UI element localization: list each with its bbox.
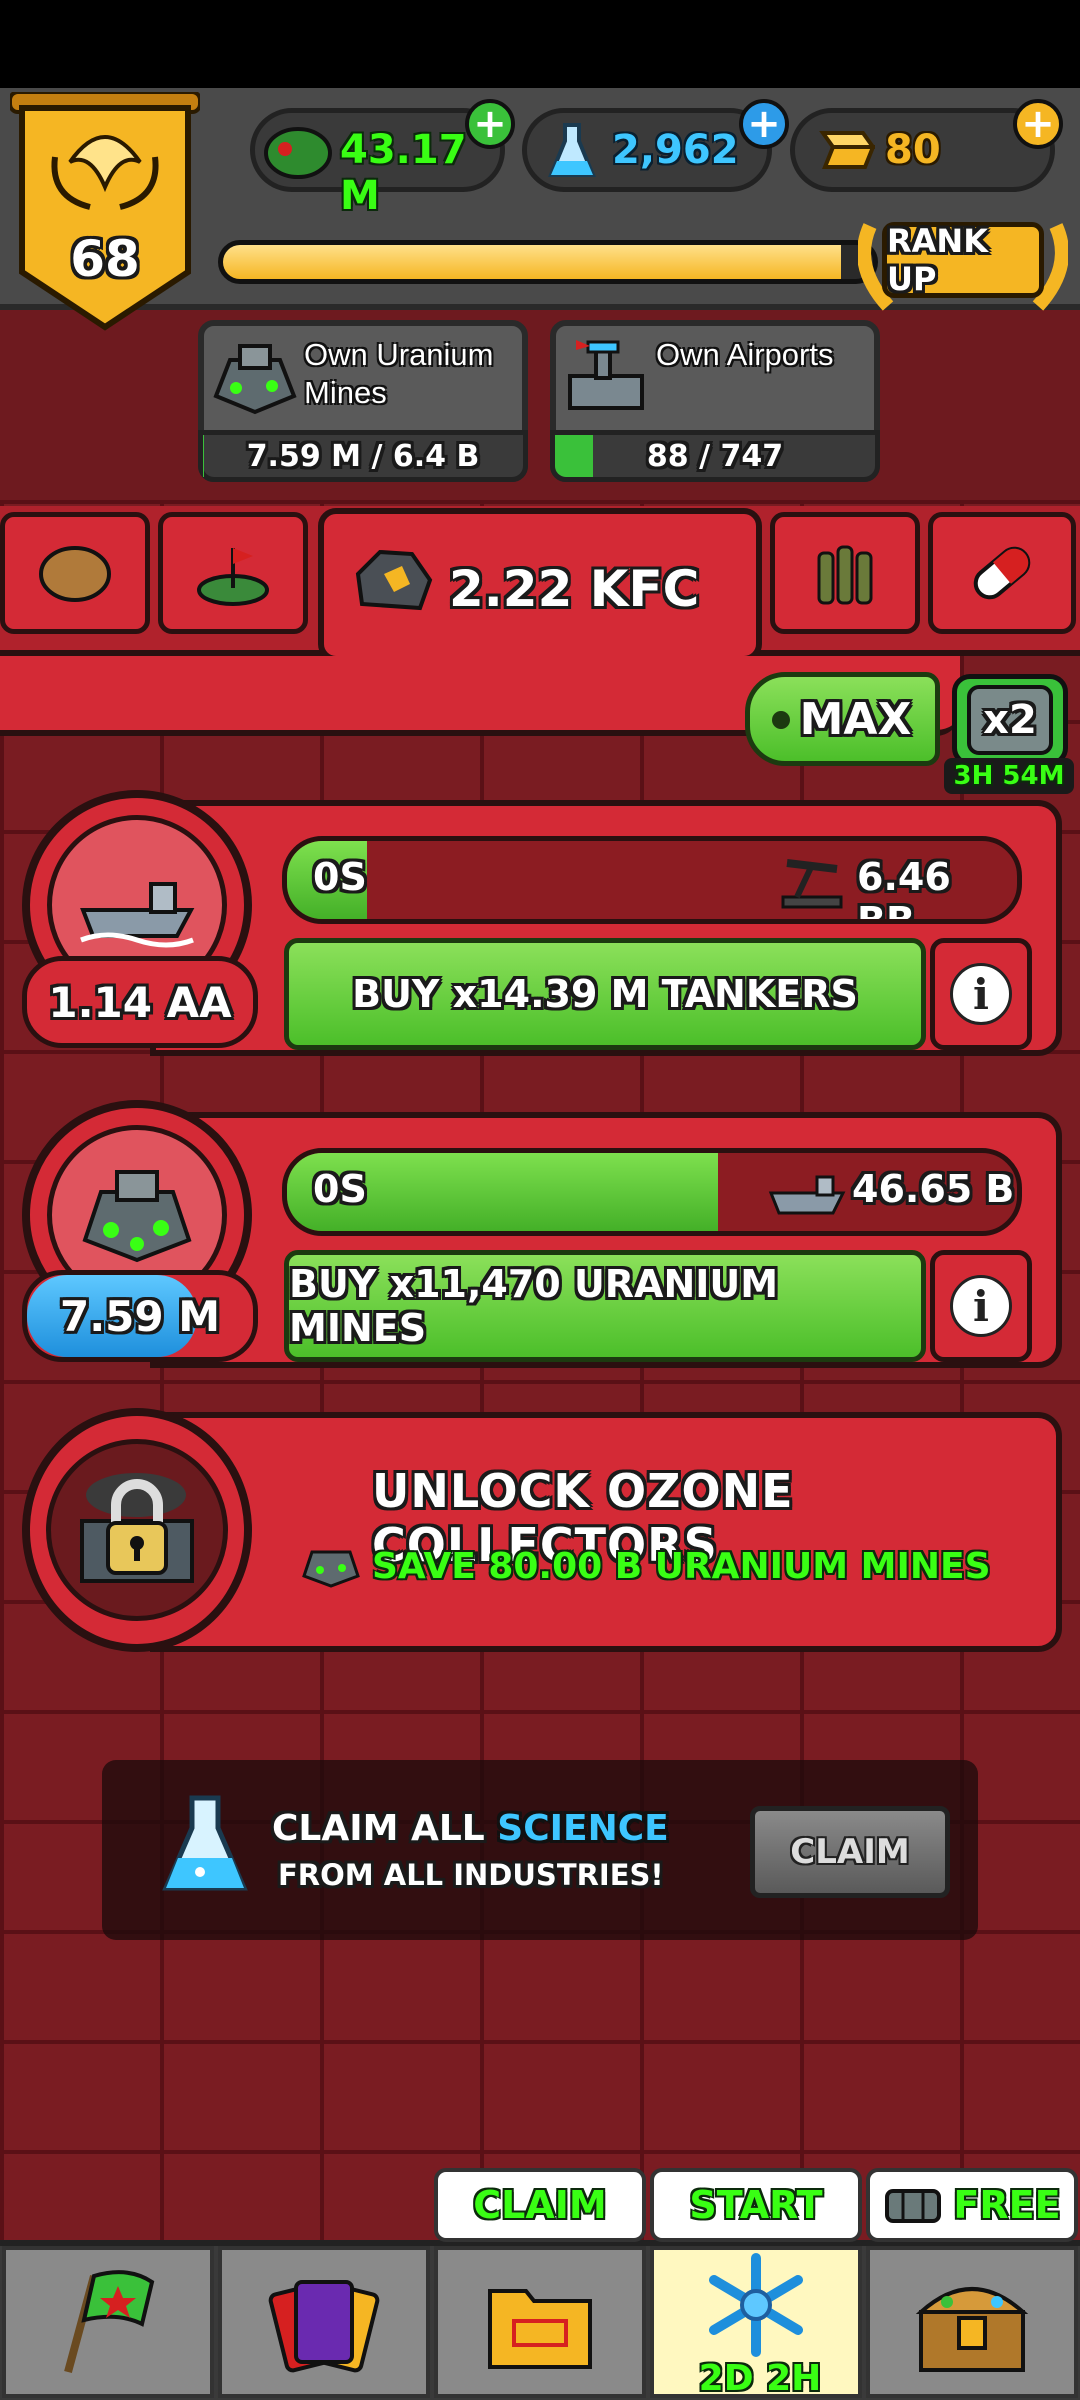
airport-icon: [568, 340, 644, 410]
nav-folder[interactable]: [434, 2246, 646, 2398]
gold-bar-icon: [819, 131, 875, 169]
goal-progress-airports: 88 / 747: [550, 430, 880, 482]
production-timer-uranium: 0S: [313, 1167, 367, 1211]
science-highlight: SCIENCE: [497, 1808, 669, 1849]
max-tag-hole: [772, 711, 790, 729]
boost-timer: 3H 54M: [944, 758, 1074, 794]
flag-island-icon: [197, 548, 269, 606]
science-claim-line2: FROM ALL INDUSTRIES!: [278, 1858, 664, 1892]
goal-progress-text-uranium: 7.59 M / 6.4 B: [246, 439, 480, 474]
currency-science[interactable]: 2,962 +: [522, 99, 789, 192]
add-science-icon[interactable]: +: [739, 99, 789, 149]
padlock-icon: [80, 1473, 194, 1583]
nav-cards[interactable]: [218, 2246, 430, 2398]
snowflake-icon: [709, 2253, 803, 2357]
owned-count-uranium: 7.59 M: [22, 1270, 258, 1362]
info-icon: i: [950, 1275, 1012, 1337]
owned-count-tankers: 1.14 AA: [22, 956, 258, 1048]
rank-level: 68: [70, 230, 140, 288]
freeze-timer: 2D 2H: [698, 2358, 822, 2399]
goal-title-uranium: Own Uranium Mines: [304, 337, 494, 410]
cash-cap-icon: [264, 127, 332, 179]
nav-chest-bubble[interactable]: FREE: [866, 2168, 1078, 2242]
uranium-mine-icon: [82, 1170, 192, 1263]
tab-bullets[interactable]: [770, 512, 920, 634]
tab-ore-active[interactable]: 2.22 KFC: [318, 508, 762, 662]
goal-progress-text-airports: 88 / 747: [646, 439, 784, 474]
flag-star-icon: [64, 2270, 155, 2374]
buy-button-uranium[interactable]: BUY x11,470 URANIUM MINES: [284, 1250, 926, 1362]
x2-boost-button[interactable]: x2: [952, 674, 1068, 766]
active-resource-value: 2.22 KFC: [449, 560, 700, 618]
rank-badge[interactable]: 68: [8, 90, 202, 332]
production-output-uranium: 46.65 B: [852, 1167, 1015, 1211]
uranium-mine-icon: [213, 344, 297, 415]
info-button-uranium[interactable]: i: [930, 1250, 1032, 1362]
info-button-tankers[interactable]: i: [930, 938, 1032, 1050]
tanker-ship-icon: [80, 882, 195, 948]
nav-chest[interactable]: [866, 2246, 1078, 2398]
uranium-mine-icon: [302, 1550, 360, 1588]
locked-icon-inner: [46, 1439, 228, 1621]
production-bar-tankers: 0S 6.46 BB: [282, 836, 1022, 924]
locked-industry-icon: [22, 1408, 252, 1652]
rank-progress-bar: [218, 240, 878, 284]
tab-island[interactable]: [158, 512, 308, 634]
x2-boost-inner: x2: [967, 685, 1053, 755]
ore-rock-icon: [355, 549, 433, 611]
buy-button-tankers[interactable]: BUY x14.39 M TANKERS: [284, 938, 926, 1050]
rank-banner-icon: [8, 90, 202, 331]
tanker-ship-icon: [768, 1175, 846, 1215]
x2-label: x2: [983, 697, 1037, 743]
rank-up-button[interactable]: RANK UP: [858, 206, 1068, 312]
currency-gold[interactable]: 80 +: [790, 99, 1063, 192]
treasure-chest-icon: [915, 2287, 1029, 2372]
locked-industry-cost: SAVE 80.00 B URANIUM MINES: [372, 1546, 991, 1587]
nav-folder-bubble[interactable]: CLAIM: [434, 2168, 646, 2242]
rank-up-label: RANK UP: [887, 222, 988, 298]
max-button[interactable]: MAX: [745, 672, 940, 766]
currency-cash[interactable]: 43.17 M +: [250, 99, 515, 219]
science-flask-icon: [162, 1795, 248, 1891]
goal-title-airports: Own Airports: [656, 337, 834, 372]
max-label: MAX: [799, 693, 912, 745]
info-icon: i: [950, 963, 1012, 1025]
oil-pump-icon: [781, 859, 843, 909]
goal-card-uranium[interactable]: Own Uranium Mines 7.59 M / 6.4 B: [198, 320, 528, 482]
production-timer-tankers: 0S: [313, 855, 367, 899]
pill-icon: [973, 546, 1031, 600]
tab-pill[interactable]: [928, 512, 1076, 634]
science-flask-icon: [548, 123, 596, 177]
science-value: 2,962: [612, 127, 739, 173]
goal-progress-uranium: 7.59 M / 6.4 B: [198, 430, 528, 482]
add-cash-icon[interactable]: +: [465, 99, 515, 149]
bullets-icon: [817, 545, 873, 605]
folder-icon: [488, 2289, 592, 2369]
goal-card-airports[interactable]: Own Airports 88 / 747: [550, 320, 880, 482]
potato-icon: [39, 546, 111, 602]
rank-up-label-box: RANK UP: [882, 222, 1044, 298]
production-output-tankers: 6.46 BB: [857, 855, 951, 924]
science-claim-line1: CLAIM ALL SCIENCE: [272, 1808, 669, 1849]
production-bar-uranium: 0S 46.65 B: [282, 1148, 1022, 1236]
ammo-crate-icon: [885, 2189, 942, 2223]
nav-freeze-bubble[interactable]: START: [650, 2168, 862, 2242]
nav-flag[interactable]: [2, 2246, 214, 2398]
rank-progress-fill: [223, 245, 841, 279]
status-bar: [0, 0, 1080, 88]
science-claim-button[interactable]: CLAIM: [750, 1806, 950, 1898]
tab-potato[interactable]: [0, 512, 150, 634]
add-gold-icon[interactable]: +: [1013, 99, 1063, 149]
cards-icon: [268, 2280, 380, 2373]
gold-value: 80: [885, 127, 941, 173]
nav-freeze[interactable]: 2D 2H: [650, 2246, 862, 2399]
